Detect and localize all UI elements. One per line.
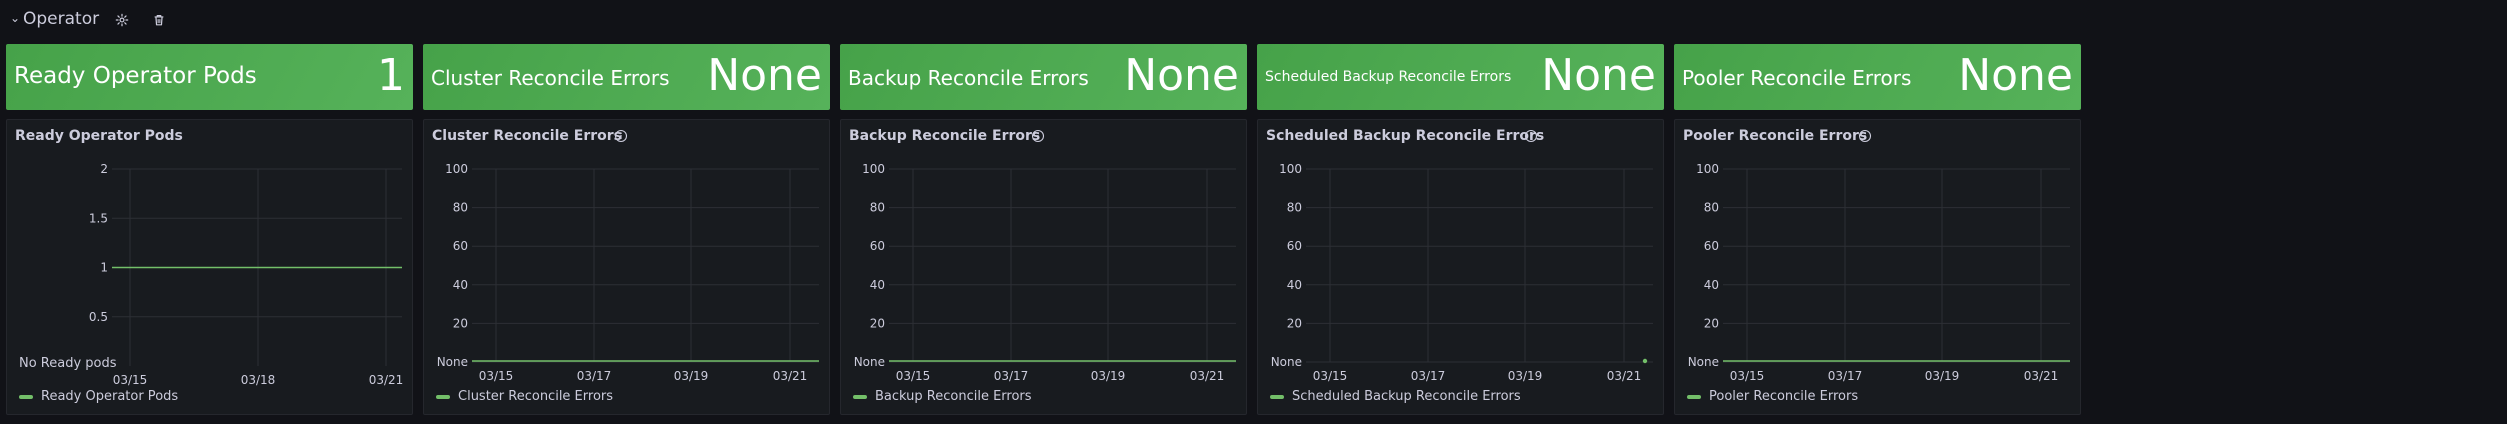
stat-value: None xyxy=(707,50,822,101)
y-tick-label: None xyxy=(1271,355,1302,369)
stat-value: None xyxy=(1958,50,2073,101)
x-tick-label: 03/17 xyxy=(994,369,1029,383)
stat-ready-operator-pods[interactable]: Ready Operator Pods 1 xyxy=(6,44,413,110)
y-tick-label: 80 xyxy=(1287,201,1302,215)
stat-value: 1 xyxy=(377,50,405,101)
y-tick-label: 100 xyxy=(445,162,468,176)
x-tick-label: 03/17 xyxy=(1828,369,1863,383)
stat-title: Scheduled Backup Reconcile Errors xyxy=(1265,69,1512,85)
x-tick-label: 03/15 xyxy=(896,369,931,383)
x-tick-label: 03/15 xyxy=(1313,369,1348,383)
stat-title: Pooler Reconcile Errors xyxy=(1682,66,1912,90)
x-tick-label: 03/21 xyxy=(1190,369,1225,383)
y-tick-label: 80 xyxy=(453,201,468,215)
legend-item[interactable]: Pooler Reconcile Errors xyxy=(1687,389,1858,404)
x-tick-label: 03/19 xyxy=(1091,369,1126,383)
legend-swatch xyxy=(19,394,33,399)
x-tick-label: 03/15 xyxy=(479,369,514,383)
y-tick-label: 20 xyxy=(870,316,885,330)
legend-swatch xyxy=(1270,394,1284,399)
x-tick-label: 03/21 xyxy=(2024,369,2059,383)
y-tick-label: 40 xyxy=(870,278,885,292)
legend-swatch xyxy=(436,394,450,399)
series-point xyxy=(1642,358,1648,364)
x-tick-label: 03/21 xyxy=(1607,369,1642,383)
x-tick-label: 03/19 xyxy=(1508,369,1543,383)
legend-label: Pooler Reconcile Errors xyxy=(1709,389,1859,404)
stat-value: None xyxy=(1541,50,1656,101)
x-tick-label: 03/15 xyxy=(1730,369,1765,383)
chevron-down-icon[interactable]: ⌄ xyxy=(10,11,20,25)
row-header: ⌄ Operator xyxy=(0,0,2507,42)
x-tick-label: 03/18 xyxy=(241,373,276,387)
y-tick-label: 80 xyxy=(870,201,885,215)
stat-scheduled-backup-reconcile-errors[interactable]: Scheduled Backup Reconcile Errors None xyxy=(1257,44,1664,110)
x-tick-label: 03/19 xyxy=(1925,369,1960,383)
legend-item[interactable]: Cluster Reconcile Errors xyxy=(436,389,613,404)
y-tick-label: 60 xyxy=(870,239,885,253)
no-ready-pods-text: No Ready pods xyxy=(19,356,117,371)
legend-item[interactable]: Backup Reconcile Errors xyxy=(853,389,1032,404)
stat-title: Cluster Reconcile Errors xyxy=(431,66,670,90)
legend-label: Scheduled Backup Reconcile Errors xyxy=(1292,389,1521,404)
y-tick-label: 100 xyxy=(1696,162,1719,176)
row-title[interactable]: Operator xyxy=(23,9,99,29)
x-tick-label: 03/21 xyxy=(369,373,404,387)
gear-icon[interactable] xyxy=(113,11,131,29)
x-tick-label: 03/17 xyxy=(1411,369,1446,383)
panel-scheduled-backup-reconcile-errors[interactable]: Scheduled Backup Reconcile Errors 100 80 6… xyxy=(1257,119,1664,415)
legend-swatch xyxy=(1687,394,1701,399)
y-tick-label: None xyxy=(854,355,885,369)
panel-cluster-reconcile-errors[interactable]: Cluster Reconcile Errors 100 80 60 40 20 None… xyxy=(423,119,830,415)
y-tick-label: 1 xyxy=(100,261,108,275)
y-tick-label: 80 xyxy=(1704,201,1719,215)
y-tick-label: 60 xyxy=(453,239,468,253)
y-tick-label: 2 xyxy=(100,162,108,176)
legend-item[interactable]: Ready Operator Pods xyxy=(19,389,178,404)
y-tick-label: 100 xyxy=(862,162,885,176)
stat-title: Ready Operator Pods xyxy=(14,63,257,89)
y-tick-label: 20 xyxy=(453,316,468,330)
stat-value: None xyxy=(1124,50,1239,101)
y-tick-label: 40 xyxy=(453,278,468,292)
panel-backup-reconcile-errors[interactable]: Backup Reconcile Errors 100 80 60 40 20 None 0… xyxy=(840,119,1247,415)
y-tick-label: 40 xyxy=(1287,278,1302,292)
y-tick-label: None xyxy=(1688,355,1719,369)
x-tick-label: 03/21 xyxy=(773,369,808,383)
x-tick-label: 03/17 xyxy=(577,369,612,383)
legend-item[interactable]: Scheduled Backup Reconcile Errors xyxy=(1270,389,1521,404)
stat-cluster-reconcile-errors[interactable]: Cluster Reconcile Errors None xyxy=(423,44,830,110)
y-tick-label: 60 xyxy=(1704,239,1719,253)
y-tick-label: 20 xyxy=(1287,316,1302,330)
panel-pooler-reconcile-errors[interactable]: Pooler Reconcile Errors 100 80 60 40 20 None 0… xyxy=(1674,119,2081,415)
x-tick-label: 03/19 xyxy=(674,369,709,383)
y-tick-label: 1.5 xyxy=(89,211,108,225)
chart-area[interactable]: 100 80 60 40 20 None 03/15 03/17 03/19 03/21 xyxy=(841,120,1248,416)
panel-ready-operator-pods[interactable]: Ready Operator Pods 2 1.5 1 0.5 03/15 03/18 03… xyxy=(6,119,413,415)
legend-label: Backup Reconcile Errors xyxy=(875,389,1032,404)
y-tick-label: None xyxy=(437,355,468,369)
stat-title: Backup Reconcile Errors xyxy=(848,66,1089,90)
stat-pooler-reconcile-errors[interactable]: Pooler Reconcile Errors None xyxy=(1674,44,2081,110)
y-tick-label: 20 xyxy=(1704,316,1719,330)
stat-backup-reconcile-errors[interactable]: Backup Reconcile Errors None xyxy=(840,44,1247,110)
legend-label: Ready Operator Pods xyxy=(41,389,179,404)
chart-area[interactable]: 2 1.5 1 0.5 03/15 03/18 03/21 xyxy=(7,120,414,416)
legend-label: Cluster Reconcile Errors xyxy=(458,389,614,404)
chart-area[interactable]: 100 80 60 40 20 None 03/15 03/17 03/19 03/21 xyxy=(424,120,831,416)
y-tick-label: 100 xyxy=(1279,162,1302,176)
trash-icon[interactable] xyxy=(150,11,168,29)
legend-swatch xyxy=(853,394,867,399)
chart-area[interactable]: 100 80 60 40 20 None 03/15 03/17 03/19 03/21 xyxy=(1675,120,2082,416)
y-tick-label: 40 xyxy=(1704,278,1719,292)
x-tick-label: 03/15 xyxy=(113,373,148,387)
y-tick-label: 0.5 xyxy=(89,310,108,324)
y-tick-label: 60 xyxy=(1287,239,1302,253)
chart-area[interactable]: 100 80 60 40 20 None 03/15 03/17 03/19 03/21 xyxy=(1258,120,1665,416)
